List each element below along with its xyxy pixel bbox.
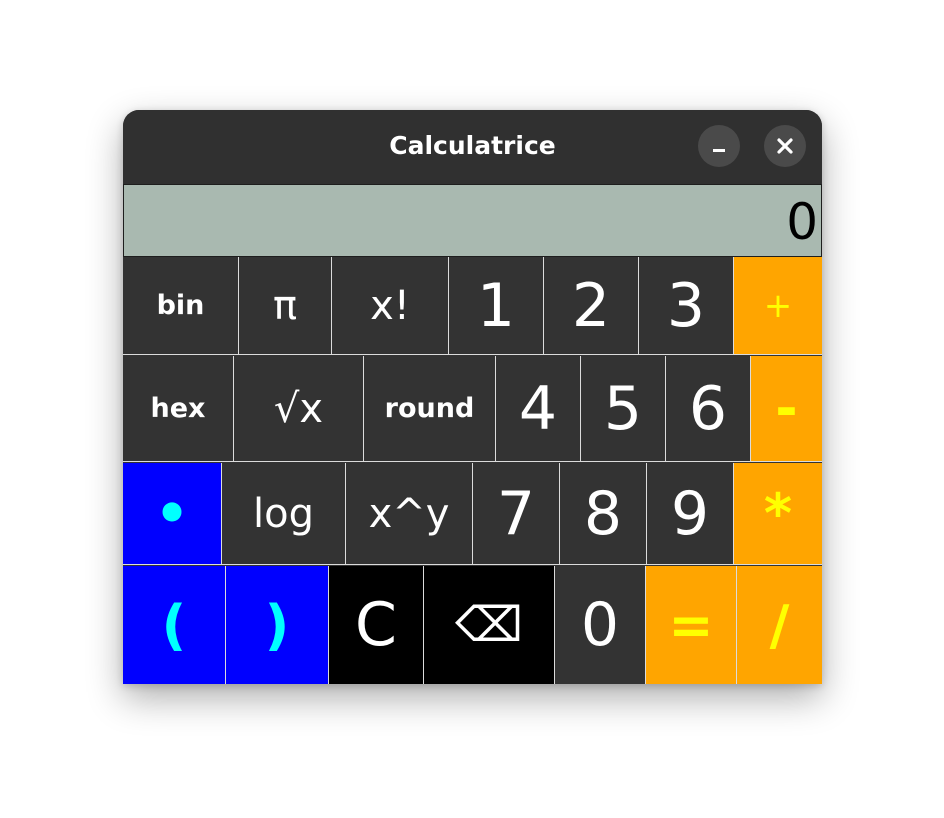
close-paren-button[interactable]: ): [226, 566, 329, 684]
hex-button[interactable]: hex: [123, 356, 234, 462]
keypad-row-3: • log x^y 7 8 9 *: [123, 463, 822, 565]
close-button[interactable]: [764, 125, 806, 167]
multiply-button[interactable]: *: [734, 463, 822, 565]
plus-button[interactable]: +: [734, 257, 822, 355]
backspace-button[interactable]: ⌫: [424, 566, 555, 684]
minimize-button[interactable]: [698, 125, 740, 167]
digit-7-button[interactable]: 7: [473, 463, 560, 565]
decimal-point-button[interactable]: •: [123, 463, 222, 565]
minus-button[interactable]: -: [751, 356, 822, 462]
titlebar: Calculatrice: [123, 110, 822, 184]
digit-3-button[interactable]: 3: [639, 257, 734, 355]
divide-button[interactable]: /: [737, 566, 822, 684]
keypad-row-1: bin π x! 1 2 3 +: [123, 257, 822, 355]
digit-0-button[interactable]: 0: [555, 566, 646, 684]
log-button[interactable]: log: [222, 463, 346, 565]
calculator-window: Calculatrice 0 bin π x! 1 2 3 + hex √x r…: [123, 110, 822, 684]
keypad-row-4: ( ) C ⌫ 0 = /: [123, 566, 822, 684]
power-button[interactable]: x^y: [346, 463, 473, 565]
calculator-display: 0: [123, 184, 822, 257]
open-paren-button[interactable]: (: [123, 566, 226, 684]
digit-8-button[interactable]: 8: [560, 463, 647, 565]
digit-2-button[interactable]: 2: [544, 257, 639, 355]
digit-6-button[interactable]: 6: [666, 356, 751, 462]
equals-button[interactable]: =: [646, 566, 737, 684]
sqrt-button[interactable]: √x: [234, 356, 364, 462]
digit-4-button[interactable]: 4: [496, 356, 581, 462]
clear-button[interactable]: C: [329, 566, 424, 684]
digit-9-button[interactable]: 9: [647, 463, 734, 565]
close-icon: [777, 138, 793, 154]
minimize-icon: [713, 149, 725, 152]
keypad-row-2: hex √x round 4 5 6 -: [123, 356, 822, 462]
digit-1-button[interactable]: 1: [449, 257, 544, 355]
display-value: 0: [786, 193, 818, 251]
round-button[interactable]: round: [364, 356, 496, 462]
backspace-icon: ⌫: [455, 597, 523, 653]
factorial-button[interactable]: x!: [332, 257, 449, 355]
pi-button[interactable]: π: [239, 257, 332, 355]
digit-5-button[interactable]: 5: [581, 356, 666, 462]
bin-button[interactable]: bin: [123, 257, 239, 355]
